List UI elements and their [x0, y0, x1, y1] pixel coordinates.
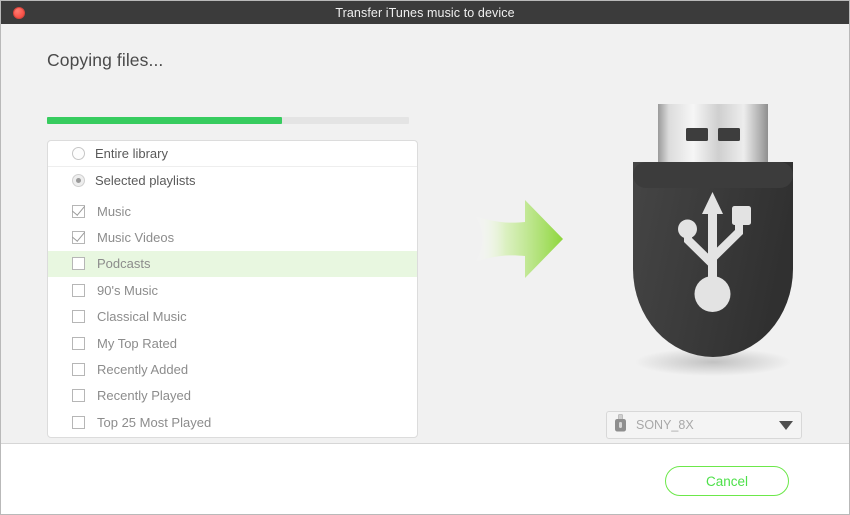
playlist-label: Classical Music — [97, 309, 187, 325]
checkbox-unchecked-icon[interactable] — [72, 363, 85, 377]
checkbox-unchecked-icon[interactable] — [72, 283, 85, 297]
playlist-label: Music — [97, 203, 131, 219]
chevron-down-icon[interactable] — [779, 420, 793, 430]
playlist-label: 90's Music — [97, 282, 159, 298]
playlist-row[interactable]: Music — [48, 198, 417, 224]
checkbox-unchecked-icon[interactable] — [72, 310, 85, 324]
playlist-label: Recently Played — [97, 388, 191, 404]
playlist-panel: Entire library Selected playlists Music M… — [47, 140, 418, 438]
dialog-body: Copying files... Entire library Selected… — [1, 24, 849, 444]
playlist-row[interactable]: My Top Rated — [48, 330, 417, 356]
copy-progress-bar — [47, 117, 409, 124]
transfer-dialog-window: Transfer iTunes music to device Copying … — [0, 0, 850, 515]
checkbox-unchecked-icon[interactable] — [72, 389, 85, 403]
playlist-label: Top 25 Most Played — [97, 414, 212, 430]
radio-selected-playlists-icon[interactable] — [72, 173, 85, 187]
radio-label-entire-library: Entire library — [95, 146, 168, 161]
playlist-row[interactable]: Top 25 Most Played — [48, 409, 417, 435]
radio-option-entire-library[interactable]: Entire library — [48, 141, 417, 167]
usb-flash-drive-icon — [606, 94, 821, 394]
playlist-row[interactable]: Recently Played — [48, 383, 417, 409]
playlist-label: Music Videos — [97, 230, 175, 246]
playlist-row[interactable]: 90's Music — [48, 277, 417, 303]
playlist-list: Music Music Videos Podcasts 90's Music Class… — [48, 198, 417, 436]
dialog-footer: Cancel — [1, 444, 849, 514]
radio-option-selected-playlists[interactable]: Selected playlists — [48, 167, 417, 193]
checkbox-checked-icon[interactable] — [72, 231, 85, 245]
playlist-row[interactable]: Classical Music — [48, 304, 417, 330]
green-right-arrow-icon — [473, 196, 565, 282]
title-bar: Transfer iTunes music to device — [1, 1, 849, 24]
playlist-label: My Top Rated — [97, 335, 177, 351]
checkbox-unchecked-icon[interactable] — [72, 257, 85, 271]
checkbox-unchecked-icon[interactable] — [72, 415, 85, 429]
status-heading: Copying files... — [47, 50, 164, 70]
window-title: Transfer iTunes music to device — [335, 5, 515, 20]
close-icon[interactable] — [13, 7, 25, 19]
copy-progress-fill — [47, 117, 283, 124]
playlist-label: Recently Added — [97, 362, 189, 378]
playlist-label: Podcasts — [97, 256, 151, 272]
device-select-dropdown[interactable]: SONY_8X — [606, 411, 802, 439]
cancel-button[interactable]: Cancel — [665, 466, 789, 496]
device-select-value: SONY_8X — [636, 418, 694, 432]
playlist-row[interactable]: Music Videos — [48, 224, 417, 250]
playlist-row[interactable]: Recently Added — [48, 356, 417, 382]
checkbox-checked-icon[interactable] — [72, 204, 85, 218]
radio-entire-library-icon[interactable] — [72, 147, 85, 160]
checkbox-unchecked-icon[interactable] — [72, 336, 85, 350]
radio-label-selected-playlists: Selected playlists — [95, 172, 196, 188]
usb-drive-icon — [614, 413, 627, 437]
playlist-row[interactable]: Podcasts — [48, 250, 417, 278]
